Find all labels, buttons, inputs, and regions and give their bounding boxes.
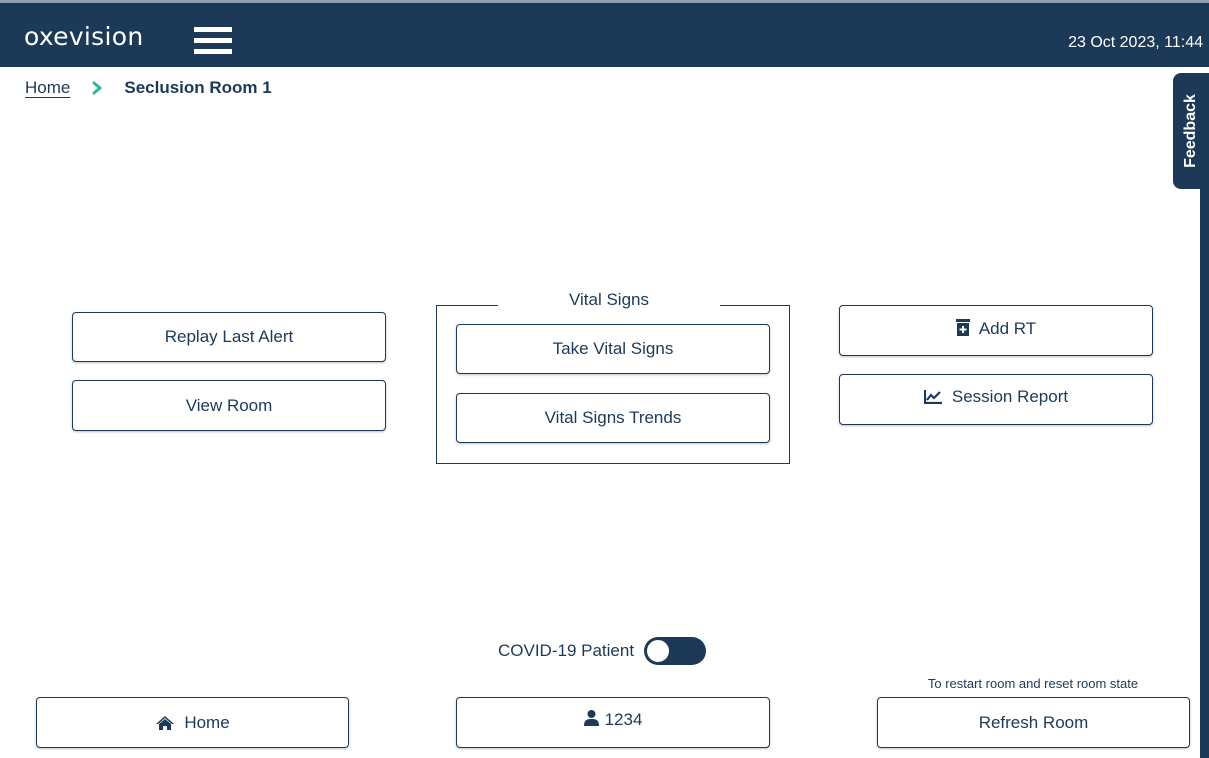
take-vital-signs-label: Take Vital Signs — [552, 339, 674, 358]
feedback-label: Feedback — [1182, 94, 1199, 168]
session-report-label: Session Report — [951, 387, 1069, 406]
covid-patient-toggle-row: COVID-19 Patient — [498, 637, 707, 665]
patient-id-button[interactable]: 1234 — [456, 697, 770, 748]
view-room-label: View Room — [185, 395, 273, 415]
medication-icon — [955, 319, 970, 336]
patient-id-label: 1234 — [604, 710, 643, 729]
add-rt-label: Add RT — [978, 319, 1037, 338]
oxevision-logo: oxevision — [24, 22, 144, 51]
chevron-right-icon — [92, 81, 102, 95]
replay-last-alert-label: Replay Last Alert — [164, 327, 294, 346]
vital-signs-trends-button[interactable]: Vital Signs Trends — [456, 393, 770, 443]
take-vital-signs-button[interactable]: Take Vital Signs — [456, 324, 770, 374]
view-room-button[interactable]: View Room — [72, 380, 386, 431]
home-icon — [156, 715, 175, 730]
refresh-room-hint: To restart room and reset room state — [927, 676, 1139, 691]
chart-line-icon — [923, 390, 942, 404]
right-edge-bar — [1200, 189, 1209, 758]
home-button[interactable]: Home — [36, 697, 349, 748]
refresh-room-label: Refresh Room — [978, 712, 1089, 732]
add-rt-button[interactable]: Add RT — [839, 305, 1153, 356]
covid-patient-label: COVID-19 Patient — [498, 641, 635, 660]
replay-last-alert-button[interactable]: Replay Last Alert — [72, 312, 386, 362]
breadcrumb-current-page: Seclusion Room 1 — [124, 78, 272, 97]
session-report-button[interactable]: Session Report — [839, 374, 1153, 425]
feedback-tab[interactable]: Feedback — [1173, 73, 1209, 189]
user-icon — [583, 710, 599, 726]
covid-patient-toggle[interactable] — [644, 637, 707, 665]
top-bar: oxevision 23 Oct 2023, 11:44 — [0, 0, 1209, 67]
home-button-label: Home — [184, 712, 230, 732]
vital-signs-title: Vital Signs — [498, 290, 720, 312]
date-time: 23 Oct 2023, 11:44 — [1068, 34, 1203, 51]
refresh-room-button[interactable]: Refresh Room — [877, 697, 1190, 748]
hamburger-menu-icon[interactable] — [194, 27, 232, 57]
vital-signs-trends-label: Vital Signs Trends — [544, 408, 682, 427]
breadcrumb-home-link[interactable]: Home — [25, 78, 70, 98]
toggle-knob — [646, 639, 671, 663]
breadcrumb: Home Seclusion Room 1 — [25, 78, 272, 98]
